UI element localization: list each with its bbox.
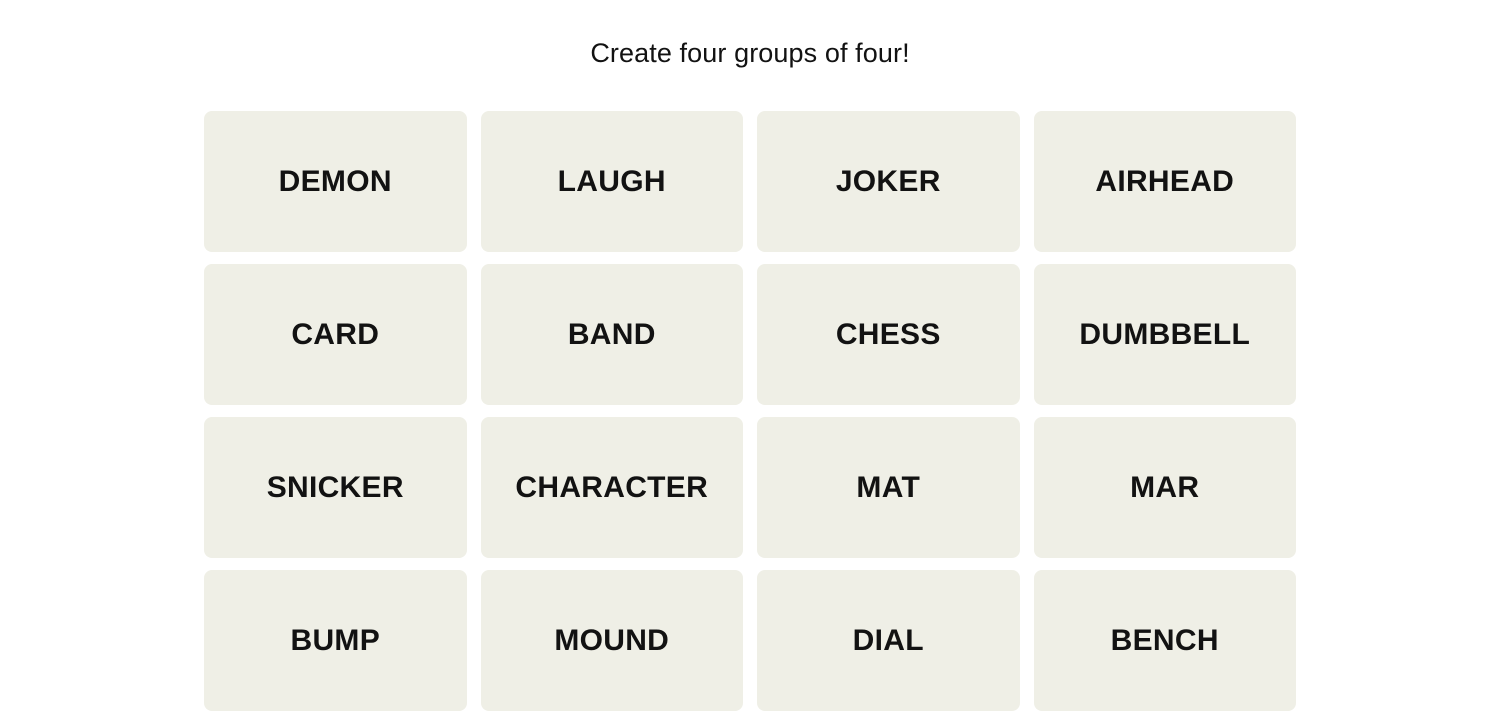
word-tile-label: MOUND	[554, 623, 670, 657]
word-tile-label: BENCH	[1110, 623, 1219, 657]
word-tile-7[interactable]: CHESS	[757, 264, 1020, 405]
word-tile-label: CHARACTER	[515, 470, 709, 504]
word-tile-label: DUMBBELL	[1079, 317, 1251, 351]
word-tile-label: LAUGH	[557, 164, 666, 198]
word-tile-6[interactable]: BAND	[480, 264, 743, 405]
word-tile-2[interactable]: LAUGH	[480, 111, 743, 252]
word-tile-label: DEMON	[278, 164, 392, 198]
word-tile-12[interactable]: MAR	[1033, 417, 1296, 558]
page-title: Create four groups of four!	[590, 38, 910, 68]
word-tile-label: DIAL	[852, 623, 924, 657]
word-tile-9[interactable]: SNICKER	[204, 417, 467, 558]
word-tile-label: JOKER	[835, 164, 941, 198]
word-grid: DEMON LAUGH JOKER AIRHEAD CARD BAND CHES…	[204, 111, 1296, 711]
word-tile-label: BUMP	[290, 623, 381, 657]
word-tile-11[interactable]: MAT	[757, 417, 1020, 558]
word-tile-1[interactable]: DEMON	[204, 111, 467, 252]
word-tile-10[interactable]: CHARACTER	[480, 417, 743, 558]
connections-game: Create four groups of four! DEMON LAUGH …	[0, 0, 1500, 724]
word-tile-5[interactable]: CARD	[204, 264, 467, 405]
word-tile-label: BAND	[567, 317, 656, 351]
word-tile-4[interactable]: AIRHEAD	[1033, 111, 1296, 252]
word-tile-label: AIRHEAD	[1095, 164, 1235, 198]
word-tile-label: CHESS	[835, 317, 941, 351]
word-tile-label: MAR	[1130, 470, 1200, 504]
word-tile-15[interactable]: DIAL	[757, 570, 1020, 711]
word-tile-8[interactable]: DUMBBELL	[1033, 264, 1296, 405]
word-tile-14[interactable]: MOUND	[480, 570, 743, 711]
word-tile-label: CARD	[291, 317, 380, 351]
word-tile-13[interactable]: BUMP	[204, 570, 467, 711]
word-tile-3[interactable]: JOKER	[757, 111, 1020, 252]
word-tile-label: MAT	[856, 470, 921, 504]
word-tile-label: SNICKER	[266, 470, 404, 504]
word-tile-16[interactable]: BENCH	[1033, 570, 1296, 711]
